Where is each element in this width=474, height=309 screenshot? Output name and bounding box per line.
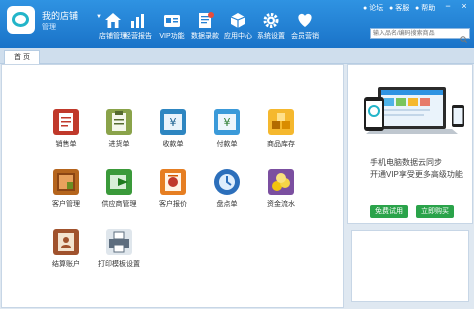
- search-box[interactable]: [370, 28, 470, 43]
- forum-label: 论坛: [369, 5, 384, 12]
- function-label: 客户报价: [159, 201, 187, 208]
- function-label: 打印模板设置: [98, 261, 140, 268]
- payment-icon: ¥: [214, 109, 240, 135]
- forum-icon: ●: [363, 5, 368, 12]
- help-link[interactable]: ● 帮助: [415, 3, 435, 13]
- function-label: 收款单: [162, 141, 184, 148]
- function-panel: 销售单 进货单 ¥ 收款单 ¥ 付款单 商品库存 客户管理 供应商管理 客户报价…: [1, 64, 344, 308]
- receipt-icon: ¥: [160, 109, 186, 135]
- info-panel: [351, 230, 469, 302]
- service-icon: ●: [389, 5, 394, 12]
- help-label: 帮助: [421, 5, 436, 12]
- customer-quote-button[interactable]: 客户报价: [145, 169, 201, 221]
- document-icon: [196, 12, 214, 29]
- nav-label: 会员营销: [291, 33, 319, 40]
- supplier-management-button[interactable]: 供应商管理: [91, 169, 147, 221]
- function-label: 付款单: [216, 141, 238, 148]
- function-label: 进货单: [108, 141, 130, 148]
- buy-now-button[interactable]: 立即购买: [416, 205, 454, 218]
- tab-home[interactable]: 首 页: [4, 50, 40, 64]
- function-label: 资金流水: [267, 201, 295, 208]
- promo-line-sync: 手机电脑数据云同步: [370, 158, 442, 167]
- help-icon: ●: [415, 5, 420, 12]
- function-label: 销售单: [55, 141, 77, 148]
- nav-member-marketing[interactable]: 会员营销: [283, 12, 327, 46]
- app-logo: [7, 6, 35, 34]
- vip-card-icon: [163, 12, 181, 29]
- customer-icon: [53, 169, 79, 195]
- cube-icon: [229, 12, 247, 29]
- payment-button[interactable]: ¥ 付款单: [199, 109, 255, 161]
- device-illustration: [364, 87, 464, 134]
- search-icon[interactable]: [460, 30, 467, 43]
- stocktake-button[interactable]: 盘点单: [199, 169, 255, 221]
- side-panel: 手机电脑数据云同步 开通VIP享受更多高级功能 免费试用 立即购买: [347, 64, 473, 308]
- receipt-button[interactable]: ¥ 收款单: [145, 109, 201, 161]
- function-label: 盘点单: [216, 201, 238, 208]
- service-label: 客服: [395, 5, 410, 12]
- account-icon: [53, 229, 79, 255]
- tab-bar: 首 页: [0, 48, 474, 64]
- settlement-account-button[interactable]: 结算账户: [38, 229, 94, 281]
- sales-order-icon: [53, 109, 79, 135]
- customer-management-button[interactable]: 客户管理: [38, 169, 94, 221]
- cash-flow-button[interactable]: 资金流水: [253, 169, 309, 221]
- function-label: 供应商管理: [101, 201, 137, 208]
- function-label: 商品库存: [267, 141, 295, 148]
- heart-icon: [296, 12, 314, 29]
- function-label: 客户管理: [52, 201, 80, 208]
- free-trial-button[interactable]: 免费试用: [370, 205, 408, 218]
- search-input[interactable]: [373, 29, 457, 38]
- purchase-order-button[interactable]: 进货单: [91, 109, 147, 161]
- shop-name[interactable]: 我的店铺: [42, 9, 78, 22]
- inventory-button[interactable]: 商品库存: [253, 109, 309, 161]
- purchase-order-icon: [106, 109, 132, 135]
- function-label: 结算账户: [52, 261, 80, 268]
- printer-icon: [106, 229, 132, 255]
- close-button[interactable]: ×: [459, 1, 469, 11]
- promo-line-vip: 开通VIP享受更多高级功能: [370, 170, 463, 179]
- svg-text:¥: ¥: [170, 116, 177, 129]
- svg-text:¥: ¥: [224, 116, 231, 129]
- quote-icon: [160, 169, 186, 195]
- gear-icon: [262, 12, 280, 29]
- print-template-settings-button[interactable]: 打印模板设置: [91, 229, 147, 281]
- cashflow-icon: [268, 169, 294, 195]
- inventory-icon: [268, 109, 294, 135]
- supplier-icon: [106, 169, 132, 195]
- minimize-button[interactable]: −: [443, 1, 453, 11]
- forum-link[interactable]: ● 论坛: [363, 3, 383, 13]
- bar-chart-icon: [129, 12, 147, 29]
- shop-subtitle: 管理: [42, 24, 56, 31]
- sales-order-button[interactable]: 销售单: [38, 109, 94, 161]
- stocktake-icon: [214, 169, 240, 195]
- service-link[interactable]: ● 客服: [389, 3, 409, 13]
- top-bar: 我的店铺 ▼ 管理 店铺管理 经营报告 VIP功能 数据录款 应用中心 系统设置…: [0, 0, 474, 48]
- vip-promo-card: 手机电脑数据云同步 开通VIP享受更多高级功能 免费试用 立即购买: [347, 64, 473, 224]
